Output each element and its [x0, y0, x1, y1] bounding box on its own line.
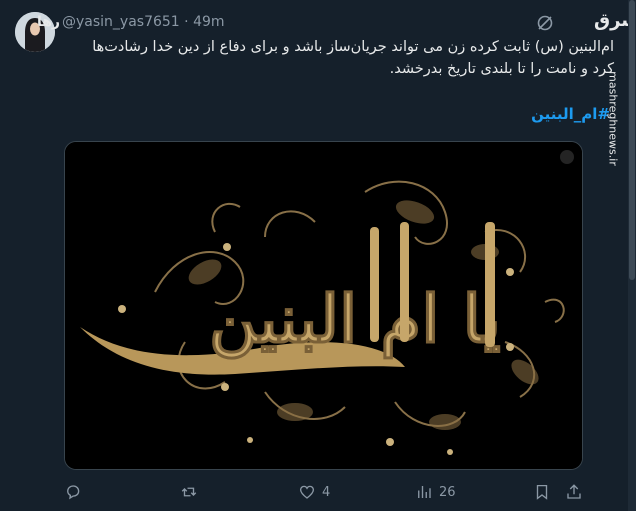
author-handle[interactable]: @yasin_yas7651 [62, 14, 180, 30]
calligraphy-text: یا ام البنین [209, 280, 501, 360]
scrollbar-thumb[interactable] [629, 0, 635, 280]
watermark-logo: مشرق [594, 10, 636, 31]
grok-icon[interactable] [536, 14, 554, 32]
author-name[interactable]: رها [32, 12, 60, 32]
reply-icon [67, 485, 80, 500]
views-icon [418, 486, 431, 498]
tweet-text-line-2: کرد و نامت را تا بلندی تاریخ بدرخشد. [389, 61, 614, 77]
reply-button[interactable] [64, 480, 88, 504]
news-watermark: مشرق mashreghnews.ir [592, 0, 636, 511]
views-button[interactable]: 26 [415, 480, 456, 504]
tweet-text: ام‌البنین (س) ثابت کرده زن می تواند جریا… [64, 36, 614, 80]
heart-icon [299, 485, 315, 499]
tweet-time[interactable]: 49m [193, 14, 224, 30]
share-icon [567, 484, 581, 499]
bookmark-button[interactable] [533, 480, 551, 504]
tweet[interactable]: @yasin_yas7651 · 49m رها ام‌البنین (س) ث… [0, 0, 636, 511]
gif-badge [560, 150, 574, 164]
share-button[interactable] [565, 480, 583, 504]
retweet-icon [181, 487, 197, 497]
tweet-image[interactable]: یا ام البنین [64, 141, 583, 470]
action-bar: 4 26 [0, 480, 590, 504]
separator-dot: · [184, 14, 189, 30]
tweet-text-line-1: ام‌البنین (س) ثابت کرده زن می تواند جریا… [92, 39, 614, 55]
bookmark-icon [536, 484, 548, 500]
like-count: 4 [322, 484, 331, 500]
watermark-url: mashreghnews.ir [606, 71, 620, 166]
like-button[interactable]: 4 [298, 480, 330, 504]
tweet-header: @yasin_yas7651 · 49m [62, 12, 225, 32]
retweet-button[interactable] [180, 480, 204, 504]
views-count: 26 [439, 484, 456, 500]
hashtag-link[interactable]: #ام_البنین [400, 105, 610, 123]
